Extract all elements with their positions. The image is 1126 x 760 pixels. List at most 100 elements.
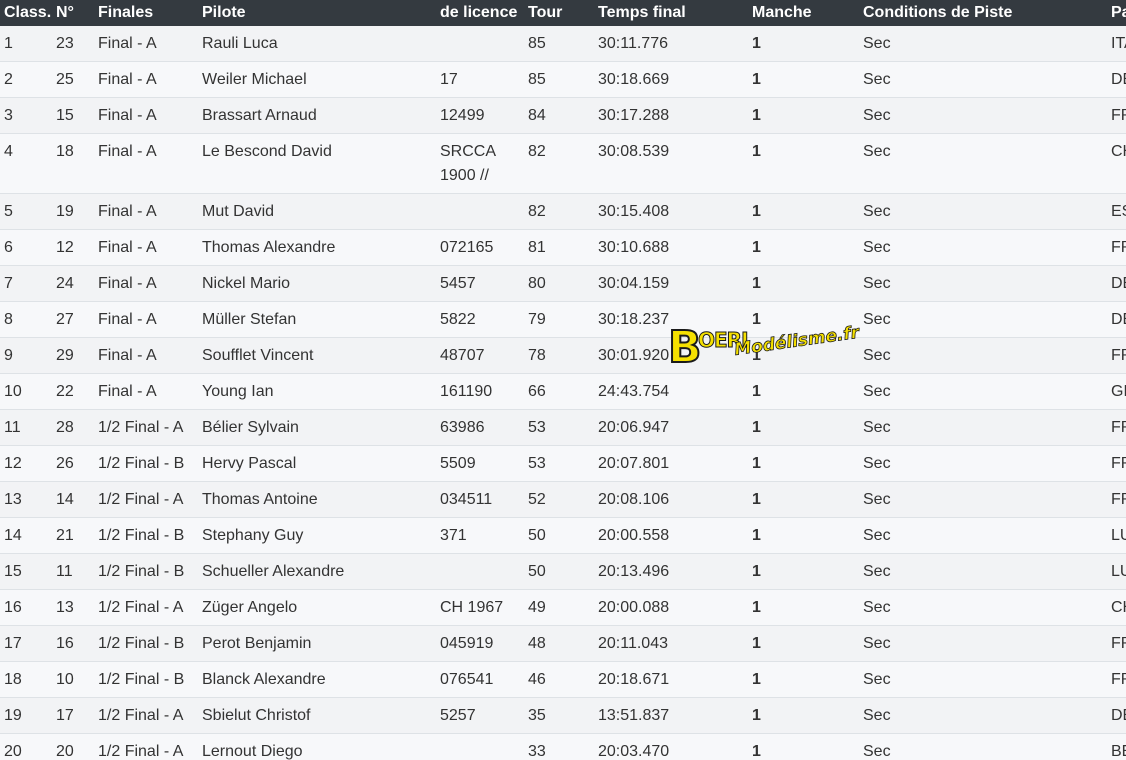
cell-conditions: Sec [863,35,891,52]
cell-finales: Final - A [98,337,202,374]
cell-finales: Final - A [98,133,202,194]
cell-temps-final: 30:10.688 [598,229,752,266]
cell-class: 18 [0,661,56,698]
cell-finales: 1/2 Final - A [98,733,202,760]
cell-manche: 1 [752,553,863,590]
cell-number: 22 [56,373,98,410]
cell-licence: 5822 [440,301,528,338]
cell-temps-final: 20:00.088 [598,589,752,626]
table-row[interactable]: 1 23 Final - A Rauli Luca 85 30:11.776 1 Sec ITA [0,26,1126,62]
table-row[interactable]: 9 29 Final - A Soufflet Vincent 48707 78 30:01… [0,337,1126,374]
cell-temps-final: 20:06.947 [598,409,752,446]
table-row[interactable]: 13 14 1/2 Final - A Thomas Antoine 034511 52 2… [0,481,1126,518]
cell-licence: 161190 [440,373,528,410]
logo-subtitle: Modélisme.fr [733,322,861,360]
col-header-licence[interactable]: de licence [440,0,528,26]
cell-pays: DEU [1111,697,1126,734]
cell-licence: 48707 [440,337,528,374]
cell-manche: 1 [752,35,761,52]
cell-licence: 371 [440,517,528,554]
cell-tour: 46 [528,661,598,698]
cell-manche: 1 [752,481,863,518]
cell-pilote: Sbielut Christof [202,697,440,734]
cell-pays: FRA [1111,229,1126,266]
cell-licence: 072165 [440,229,528,266]
col-header-tour[interactable]: Tour [528,0,598,26]
cell-pays: FRA [1111,337,1126,374]
cell-conditions: Sec [863,97,1111,134]
results-table: Class. N° Finales Pilote de licence Tour… [0,0,1126,760]
cell-temps-final: 30:04.159 [598,265,752,302]
cell-class: 2 [0,61,56,98]
cell-conditions: Sec [863,661,1111,698]
cell-finales: Final - A [98,61,202,98]
cell-temps-final: 30:11.776 [598,35,668,52]
col-header-number[interactable]: N° [56,0,98,26]
cell-finales: 1/2 Final - B [98,553,202,590]
cell-conditions: Sec [863,625,1111,662]
table-row[interactable]: 3 15 Final - A Brassart Arnaud 12499 84 30:17.… [0,97,1126,134]
table-row[interactable]: 6 12 Final - A Thomas Alexandre 072165 81 30:1… [0,229,1126,266]
cell-conditions: Sec [863,589,1111,626]
results-table-header: Class. N° Finales Pilote de licence Tour… [0,0,1126,26]
cell-class: 15 [0,553,56,590]
cell-tour: 82 [528,193,598,230]
col-header-class[interactable]: Class. [0,0,56,26]
cell-conditions: Sec [863,61,1111,98]
cell-class: 1 [4,35,13,52]
cell-tour: 49 [528,589,598,626]
table-row[interactable]: 11 28 1/2 Final - A Bélier Sylvain 63986 53 20… [0,409,1126,446]
table-row[interactable]: 17 16 1/2 Final - B Perot Benjamin 045919 48 2… [0,625,1126,662]
cell-tour: 50 [528,517,598,554]
cell-pays: ITA [1111,35,1126,52]
table-row[interactable]: 20 20 1/2 Final - A Lernout Diego 33 20:03.47… [0,733,1126,760]
table-row[interactable]: 519Final - AMut David 8230:15.4081SecESP [0,193,1126,230]
cell-temps-final: 20:03.470 [598,733,752,760]
table-row[interactable]: 14 21 1/2 Final - B Stephany Guy 371 50 20:00.… [0,517,1126,554]
cell-finales: 1/2 Final - B [98,445,202,482]
table-row[interactable]: 19 17 1/2 Final - A Sbielut Christof 5257 35 1… [0,697,1126,734]
table-row[interactable]: 2 25 Final - A Weiler Michael 17 85 30:18.669 1… [0,61,1126,98]
cell-number: 17 [56,697,98,734]
cell-licence [440,26,528,62]
col-header-finales[interactable]: Finales [98,0,202,26]
table-row[interactable]: 10 22 Final - A Young Ian 161190 66 24:43.754 1… [0,373,1126,410]
table-row[interactable]: 15 11 1/2 Final - B Schueller Alexandre 50 20… [0,553,1126,590]
cell-finales: Final - A [98,373,202,410]
table-row[interactable]: 7 24 Final - A Nickel Mario 5457 80 30:04.159 1… [0,265,1126,302]
cell-licence: 5457 [440,265,528,302]
cell-manche: 1 [752,697,863,734]
cell-conditions: Sec [863,133,1111,194]
col-header-manche[interactable]: Manche [752,0,863,26]
table-row[interactable]: 8 27 Final - A Müller Stefan 5822 79 30:18.237… [0,301,1126,338]
cell-conditions: Sec [863,553,1111,590]
cell-pilote: Brassart Arnaud [202,97,440,134]
col-header-temps-final[interactable]: Temps final [598,0,752,26]
cell-pilote: Young Ian [202,373,440,410]
table-row[interactable]: 16 13 1/2 Final - A Züger Angelo CH 1967 49 20… [0,589,1126,626]
cell-licence: 5257 [440,697,528,734]
cell-class: 3 [0,97,56,134]
table-row[interactable]: 18 10 1/2 Final - B Blanck Alexandre 076541 4… [0,661,1126,698]
col-header-pays[interactable]: Pays [1111,0,1126,26]
cell-number: 14 [56,481,98,518]
cell-finales: Final - A [98,265,202,302]
cell-number: 24 [56,265,98,302]
cell-number: 10 [56,661,98,698]
cell-number: 27 [56,301,98,338]
table-row[interactable]: 12 26 1/2 Final - B Hervy Pascal 5509 53 20:07… [0,445,1126,482]
cell-number: 12 [56,229,98,266]
cell-temps-final: 20:13.496 [598,553,752,590]
table-row[interactable]: 4 18 Final - A Le Bescond David SRCCA 1900 /… [0,133,1126,194]
cell-tour: 81 [528,229,598,266]
col-header-conditions[interactable]: Conditions de Piste [863,0,1111,26]
cell-class: 19 [0,697,56,734]
cell-temps-final: 20:07.801 [598,445,752,482]
cell-pilote: Stephany Guy [202,517,440,554]
col-header-pilote[interactable]: Pilote [202,0,440,26]
cell-class: 4 [0,133,56,194]
cell-manche: 1 [752,229,863,266]
cell-licence: 63986 [440,409,528,446]
boeri-modelisme-watermark-logo: B OERI Modélisme.fr [667,322,862,376]
cell-conditions: Sec [863,229,1111,266]
